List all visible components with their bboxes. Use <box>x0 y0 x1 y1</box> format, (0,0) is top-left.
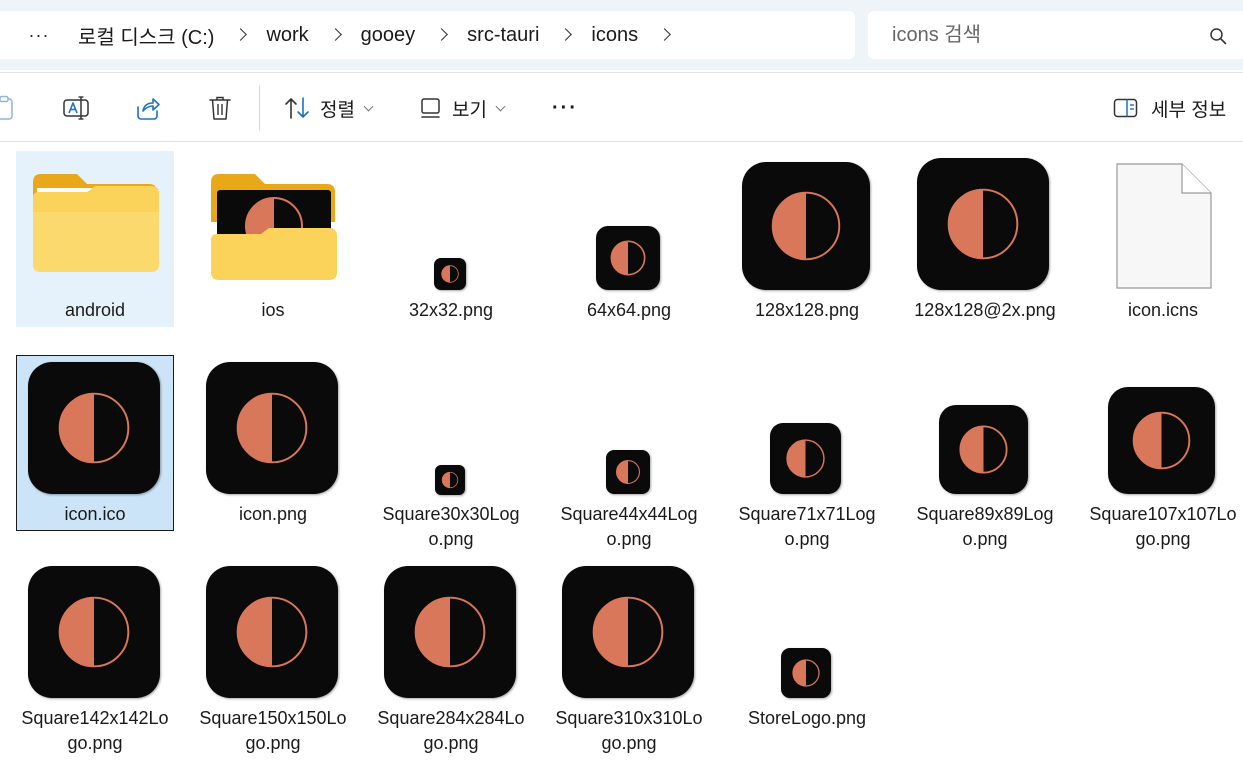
delete-button[interactable] <box>208 73 232 143</box>
chevron-down-icon <box>495 101 506 111</box>
app-icon-thumbnail <box>742 162 870 290</box>
file-item-square89x89[interactable]: Square89x89Logo.png <box>906 355 1064 549</box>
paste-button[interactable] <box>0 73 16 143</box>
file-item-square310x310[interactable]: Square310x310Logo.png <box>550 559 708 753</box>
file-item-android[interactable]: android <box>16 151 174 327</box>
search-box[interactable] <box>868 11 1243 59</box>
file-name: Square310x310Logo.png <box>555 708 703 753</box>
chevron-right-icon[interactable] <box>415 11 467 59</box>
folder-preview-icon <box>195 152 353 294</box>
breadcrumb-icons[interactable]: icons <box>591 24 638 47</box>
file-name: 128x128@2x.png <box>914 300 1056 320</box>
rename-icon <box>63 96 89 120</box>
app-icon-thumbnail <box>917 158 1049 290</box>
breadcrumb-overflow-button[interactable]: ··· <box>0 25 78 46</box>
chevron-right-icon[interactable] <box>214 11 266 59</box>
breadcrumb-work[interactable]: work <box>266 24 308 47</box>
breadcrumb-local-disk[interactable]: 로컬 디스크 (C:) <box>78 21 214 50</box>
file-name: Square89x89Logo.png <box>916 504 1054 549</box>
app-icon-thumbnail <box>206 566 338 698</box>
file-name: icon.icns <box>1127 300 1199 320</box>
file-name: Square44x44Logo.png <box>560 504 698 549</box>
file-item-square107x107[interactable]: Square107x107Logo.png <box>1084 355 1242 549</box>
app-icon-thumbnail <box>384 566 516 698</box>
app-icon-thumbnail <box>435 465 465 495</box>
file-item-icon-png[interactable]: icon.png <box>194 355 352 531</box>
share-button[interactable] <box>135 73 161 143</box>
chevron-right-icon[interactable] <box>309 11 361 59</box>
file-grid: android ios 32x32.png 64x64.png 128x128.… <box>0 143 1243 772</box>
file-item-ios[interactable]: ios <box>194 151 352 327</box>
file-item-storelogo[interactable]: StoreLogo.png <box>728 559 886 735</box>
breadcrumb-src-tauri[interactable]: src-tauri <box>467 24 539 47</box>
blank-file-icon <box>1085 152 1243 294</box>
file-name: 64x64.png <box>586 300 672 320</box>
file-name: Square142x142Logo.png <box>21 708 169 753</box>
app-icon-thumbnail <box>939 405 1028 494</box>
app-icon-thumbnail <box>1108 387 1215 494</box>
app-icon-thumbnail <box>596 226 660 290</box>
file-item-icon-icns[interactable]: icon.icns <box>1084 151 1242 327</box>
file-name: Square150x150Logo.png <box>199 708 347 753</box>
clipboard-icon <box>0 95 13 120</box>
sort-button[interactable]: 정렬 <box>284 73 374 143</box>
share-icon <box>137 98 160 120</box>
address-region: ··· 로컬 디스크 (C:) work gooey src-tauri ico… <box>0 0 1243 70</box>
details-label: 세부 정보 <box>1151 99 1227 121</box>
chevron-right-icon[interactable] <box>539 11 591 59</box>
view-icon <box>421 98 440 118</box>
file-name: Square284x284Logo.png <box>377 708 525 753</box>
file-name: 128x128.png <box>754 300 860 320</box>
file-name: 32x32.png <box>408 300 494 320</box>
file-name: ios <box>261 300 285 320</box>
app-icon-thumbnail <box>781 648 831 698</box>
search-input[interactable] <box>892 23 1192 47</box>
file-item-square142x142[interactable]: Square142x142Logo.png <box>16 559 174 753</box>
file-item-square150x150[interactable]: Square150x150Logo.png <box>194 559 352 753</box>
app-icon-thumbnail <box>434 258 466 290</box>
file-name: android <box>64 300 126 320</box>
file-item-icon-ico[interactable]: icon.ico <box>16 355 174 531</box>
folder-icon <box>17 152 175 294</box>
sort-icon <box>285 97 309 119</box>
more-options-button[interactable]: ··· <box>552 73 578 143</box>
view-label: 보기 <box>452 99 487 121</box>
file-name: Square71x71Logo.png <box>738 504 876 549</box>
file-item-square44x44[interactable]: Square44x44Logo.png <box>550 355 708 549</box>
address-bar[interactable]: ··· 로컬 디스크 (C:) work gooey src-tauri ico… <box>0 11 855 59</box>
file-name: Square30x30Logo.png <box>382 504 520 549</box>
search-icon[interactable] <box>1209 27 1227 45</box>
file-name: StoreLogo.png <box>747 708 867 728</box>
file-name: Square107x107Logo.png <box>1089 504 1237 549</box>
app-icon-thumbnail <box>28 362 160 494</box>
file-item-square284x284[interactable]: Square284x284Logo.png <box>372 559 530 753</box>
file-item-64x64[interactable]: 64x64.png <box>550 151 708 327</box>
app-icon-thumbnail <box>770 423 841 494</box>
file-item-square71x71[interactable]: Square71x71Logo.png <box>728 355 886 549</box>
app-icon-thumbnail <box>206 362 338 494</box>
file-item-128x128-2x[interactable]: 128x128@2x.png <box>906 151 1064 327</box>
file-item-128x128[interactable]: 128x128.png <box>728 151 886 327</box>
app-icon-thumbnail <box>606 450 650 494</box>
chevron-right-icon[interactable] <box>638 11 690 59</box>
trash-icon <box>209 96 231 120</box>
view-button[interactable]: 보기 <box>420 73 506 143</box>
file-item-32x32[interactable]: 32x32.png <box>372 151 530 327</box>
chevron-down-icon <box>363 101 374 111</box>
app-icon-thumbnail <box>28 566 160 698</box>
file-name: icon.png <box>238 504 308 524</box>
file-item-square30x30[interactable]: Square30x30Logo.png <box>372 355 530 549</box>
rename-button[interactable] <box>62 73 90 143</box>
sort-label: 정렬 <box>320 99 355 121</box>
details-pane-icon <box>1113 98 1138 118</box>
details-pane-button[interactable]: 세부 정보 <box>1113 73 1226 143</box>
app-icon-thumbnail <box>562 566 694 698</box>
breadcrumb-gooey[interactable]: gooey <box>361 24 416 47</box>
file-name: icon.ico <box>64 504 126 524</box>
command-bar: 정렬 보기 ··· 세부 정보 <box>0 72 1243 142</box>
toolbar-divider <box>259 85 260 131</box>
